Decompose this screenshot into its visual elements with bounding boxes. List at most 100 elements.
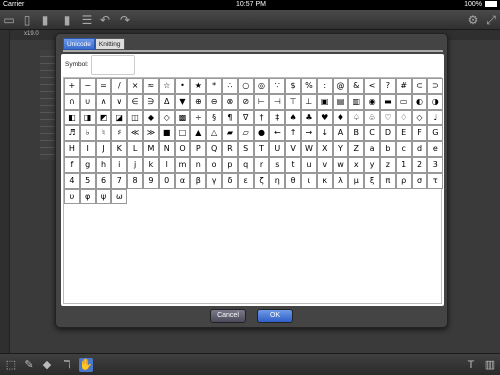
symbol-cell[interactable]: j <box>127 157 143 173</box>
symbol-cell[interactable]: o <box>206 157 222 173</box>
select-icon[interactable]: ⬚ <box>4 358 18 372</box>
cancel-button[interactable]: Cancel <box>210 309 246 323</box>
symbol-cell[interactable]: ◑ <box>427 93 444 110</box>
symbol-cell[interactable]: ♡ <box>380 109 396 126</box>
symbol-cell[interactable]: 2 <box>411 157 428 173</box>
symbol-cell[interactable]: 8 <box>127 172 143 189</box>
symbol-cell[interactable]: ◆ <box>143 109 159 126</box>
symbol-cell[interactable]: ★ <box>190 78 207 94</box>
symbol-cell[interactable]: θ <box>285 172 301 189</box>
symbol-cell[interactable]: G <box>427 125 444 142</box>
symbol-cell[interactable]: φ <box>79 188 96 205</box>
symbol-cell[interactable]: N <box>158 141 175 157</box>
symbol-cell[interactable]: ♣ <box>301 109 317 126</box>
tab-unicode[interactable]: Unicode <box>63 38 95 50</box>
symbol-cell[interactable]: § <box>206 109 222 126</box>
symbol-cell[interactable]: ◎ <box>253 78 270 94</box>
symbol-cell[interactable]: K <box>111 141 128 157</box>
symbol-cell[interactable]: 0 <box>158 172 175 189</box>
symbol-cell[interactable]: ≪ <box>127 125 143 142</box>
symbol-cell[interactable]: ξ <box>364 172 380 189</box>
symbol-cell[interactable]: β <box>190 172 207 189</box>
symbol-cell[interactable]: u <box>301 157 317 173</box>
symbol-cell[interactable]: □ <box>174 125 191 142</box>
symbol-cell[interactable]: ◇ <box>411 109 428 126</box>
symbol-cell[interactable]: ● <box>253 125 270 142</box>
symbol-cell[interactable]: μ <box>348 172 365 189</box>
symbol-icon[interactable]: ℸ <box>60 358 74 372</box>
layout-icon[interactable]: ▥ <box>483 358 497 372</box>
symbol-cell[interactable]: σ <box>411 172 428 189</box>
symbol-cell[interactable]: ♧ <box>364 109 380 126</box>
symbol-cell[interactable]: ▼ <box>174 93 191 110</box>
symbol-cell[interactable]: P <box>190 141 207 157</box>
symbol-cell[interactable]: q <box>237 157 254 173</box>
symbol-cell[interactable]: $ <box>285 78 301 94</box>
symbol-cell[interactable]: I <box>79 141 96 157</box>
symbol-cell[interactable]: ⊕ <box>190 93 207 110</box>
symbol-cell[interactable]: ▩ <box>174 109 191 126</box>
symbol-cell[interactable]: ↓ <box>316 125 333 142</box>
symbol-cell[interactable]: ♩ <box>427 109 444 126</box>
symbol-cell[interactable]: J <box>95 141 112 157</box>
symbol-cell[interactable]: ◩ <box>95 109 112 126</box>
symbol-cell[interactable]: ▭ <box>395 93 412 110</box>
symbol-cell[interactable]: * <box>206 78 222 94</box>
symbol-cell[interactable]: • <box>174 78 191 94</box>
symbol-cell[interactable]: λ <box>332 172 349 189</box>
symbol-cell[interactable]: 3 <box>427 157 444 173</box>
symbol-cell[interactable]: 7 <box>111 172 128 189</box>
symbol-cell[interactable]: d <box>411 141 428 157</box>
symbol-cell[interactable]: ⊗ <box>222 93 238 110</box>
symbol-cell[interactable]: τ <box>427 172 444 189</box>
save-icon[interactable]: ▮ <box>38 13 52 27</box>
symbol-cell[interactable]: T <box>253 141 270 157</box>
symbol-cell[interactable]: h <box>95 157 112 173</box>
symbol-cell[interactable]: < <box>364 78 380 94</box>
symbol-cell[interactable]: y <box>364 157 380 173</box>
symbol-cell[interactable]: π <box>380 172 396 189</box>
symbol-cell[interactable]: ∋ <box>143 93 159 110</box>
symbol-cell[interactable]: ∇ <box>237 109 254 126</box>
symbol-cell[interactable]: p <box>222 157 238 173</box>
symbol-cell[interactable]: ♠ <box>285 109 301 126</box>
symbol-cell[interactable]: B <box>348 125 365 142</box>
symbol-cell[interactable]: f <box>64 157 80 173</box>
symbol-cell[interactable]: Y <box>332 141 349 157</box>
symbol-cell[interactable]: s <box>269 157 286 173</box>
symbol-cell[interactable]: ▥ <box>348 93 365 110</box>
symbol-cell[interactable]: U <box>269 141 286 157</box>
symbol-cell[interactable]: ? <box>380 78 396 94</box>
symbol-cell[interactable]: † <box>253 109 270 126</box>
symbol-cell[interactable]: & <box>348 78 365 94</box>
symbol-cell[interactable]: η <box>269 172 286 189</box>
symbol-cell[interactable]: e <box>427 141 444 157</box>
symbol-cell[interactable]: ■ <box>158 125 175 142</box>
symbol-cell[interactable]: # <box>395 78 412 94</box>
symbol-cell[interactable]: ◪ <box>111 109 128 126</box>
symbol-cell[interactable]: ∵ <box>269 78 286 94</box>
symbol-cell[interactable]: l <box>158 157 175 173</box>
symbol-cell[interactable]: ◫ <box>127 109 143 126</box>
symbol-cell[interactable]: W <box>301 141 317 157</box>
folder-icon[interactable]: ▭ <box>2 13 16 27</box>
symbol-cell[interactable]: ≫ <box>143 125 159 142</box>
symbol-cell[interactable]: L <box>127 141 143 157</box>
symbol-cell[interactable]: 1 <box>395 157 412 173</box>
symbol-cell[interactable]: ∴ <box>222 78 238 94</box>
symbol-cell[interactable]: r <box>253 157 270 173</box>
symbol-cell[interactable]: k <box>143 157 159 173</box>
symbol-cell[interactable]: α <box>174 172 191 189</box>
symbol-cell[interactable]: ⊤ <box>285 93 301 110</box>
symbol-cell[interactable]: @ <box>332 78 349 94</box>
list-icon[interactable]: ☰ <box>80 13 94 27</box>
symbol-cell[interactable]: ∈ <box>127 93 143 110</box>
symbol-cell[interactable]: ⊃ <box>427 78 444 94</box>
symbol-cell[interactable]: % <box>301 78 317 94</box>
symbol-cell[interactable]: ω <box>111 188 128 205</box>
symbol-cell[interactable]: ♭ <box>79 125 96 142</box>
symbol-cell[interactable]: v <box>316 157 333 173</box>
symbol-cell[interactable]: ∨ <box>111 93 128 110</box>
symbol-cell[interactable]: ¶ <box>222 109 238 126</box>
symbol-cell[interactable]: M <box>143 141 159 157</box>
